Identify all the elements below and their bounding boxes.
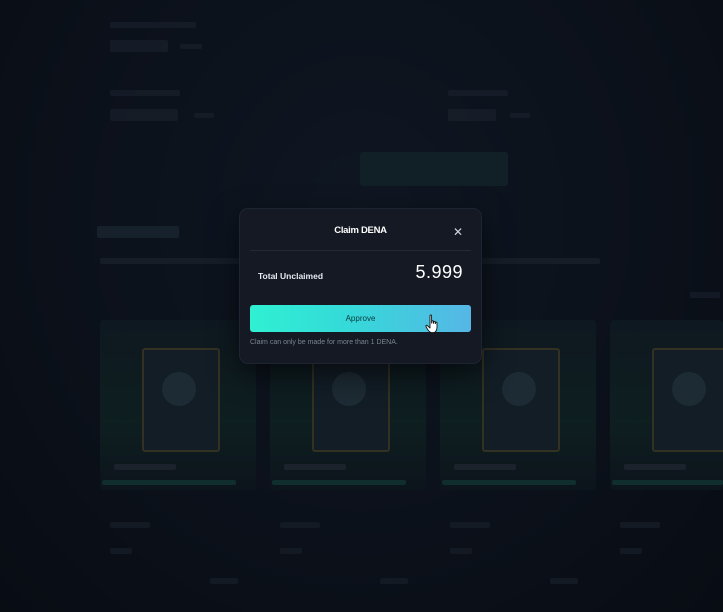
hand-pointer-icon: [425, 314, 438, 334]
claim-modal: Claim DENA ✕ Total Unclaimed 5.999 Appro…: [240, 209, 481, 363]
modal-title: Claim DENA: [334, 225, 387, 236]
total-unclaimed-value: 5.999: [415, 262, 463, 282]
close-icon[interactable]: ✕: [451, 225, 465, 239]
modal-divider: [250, 250, 471, 251]
total-unclaimed-label: Total Unclaimed: [258, 271, 324, 281]
claim-note: Claim can only be made for more than 1 D…: [250, 339, 398, 346]
